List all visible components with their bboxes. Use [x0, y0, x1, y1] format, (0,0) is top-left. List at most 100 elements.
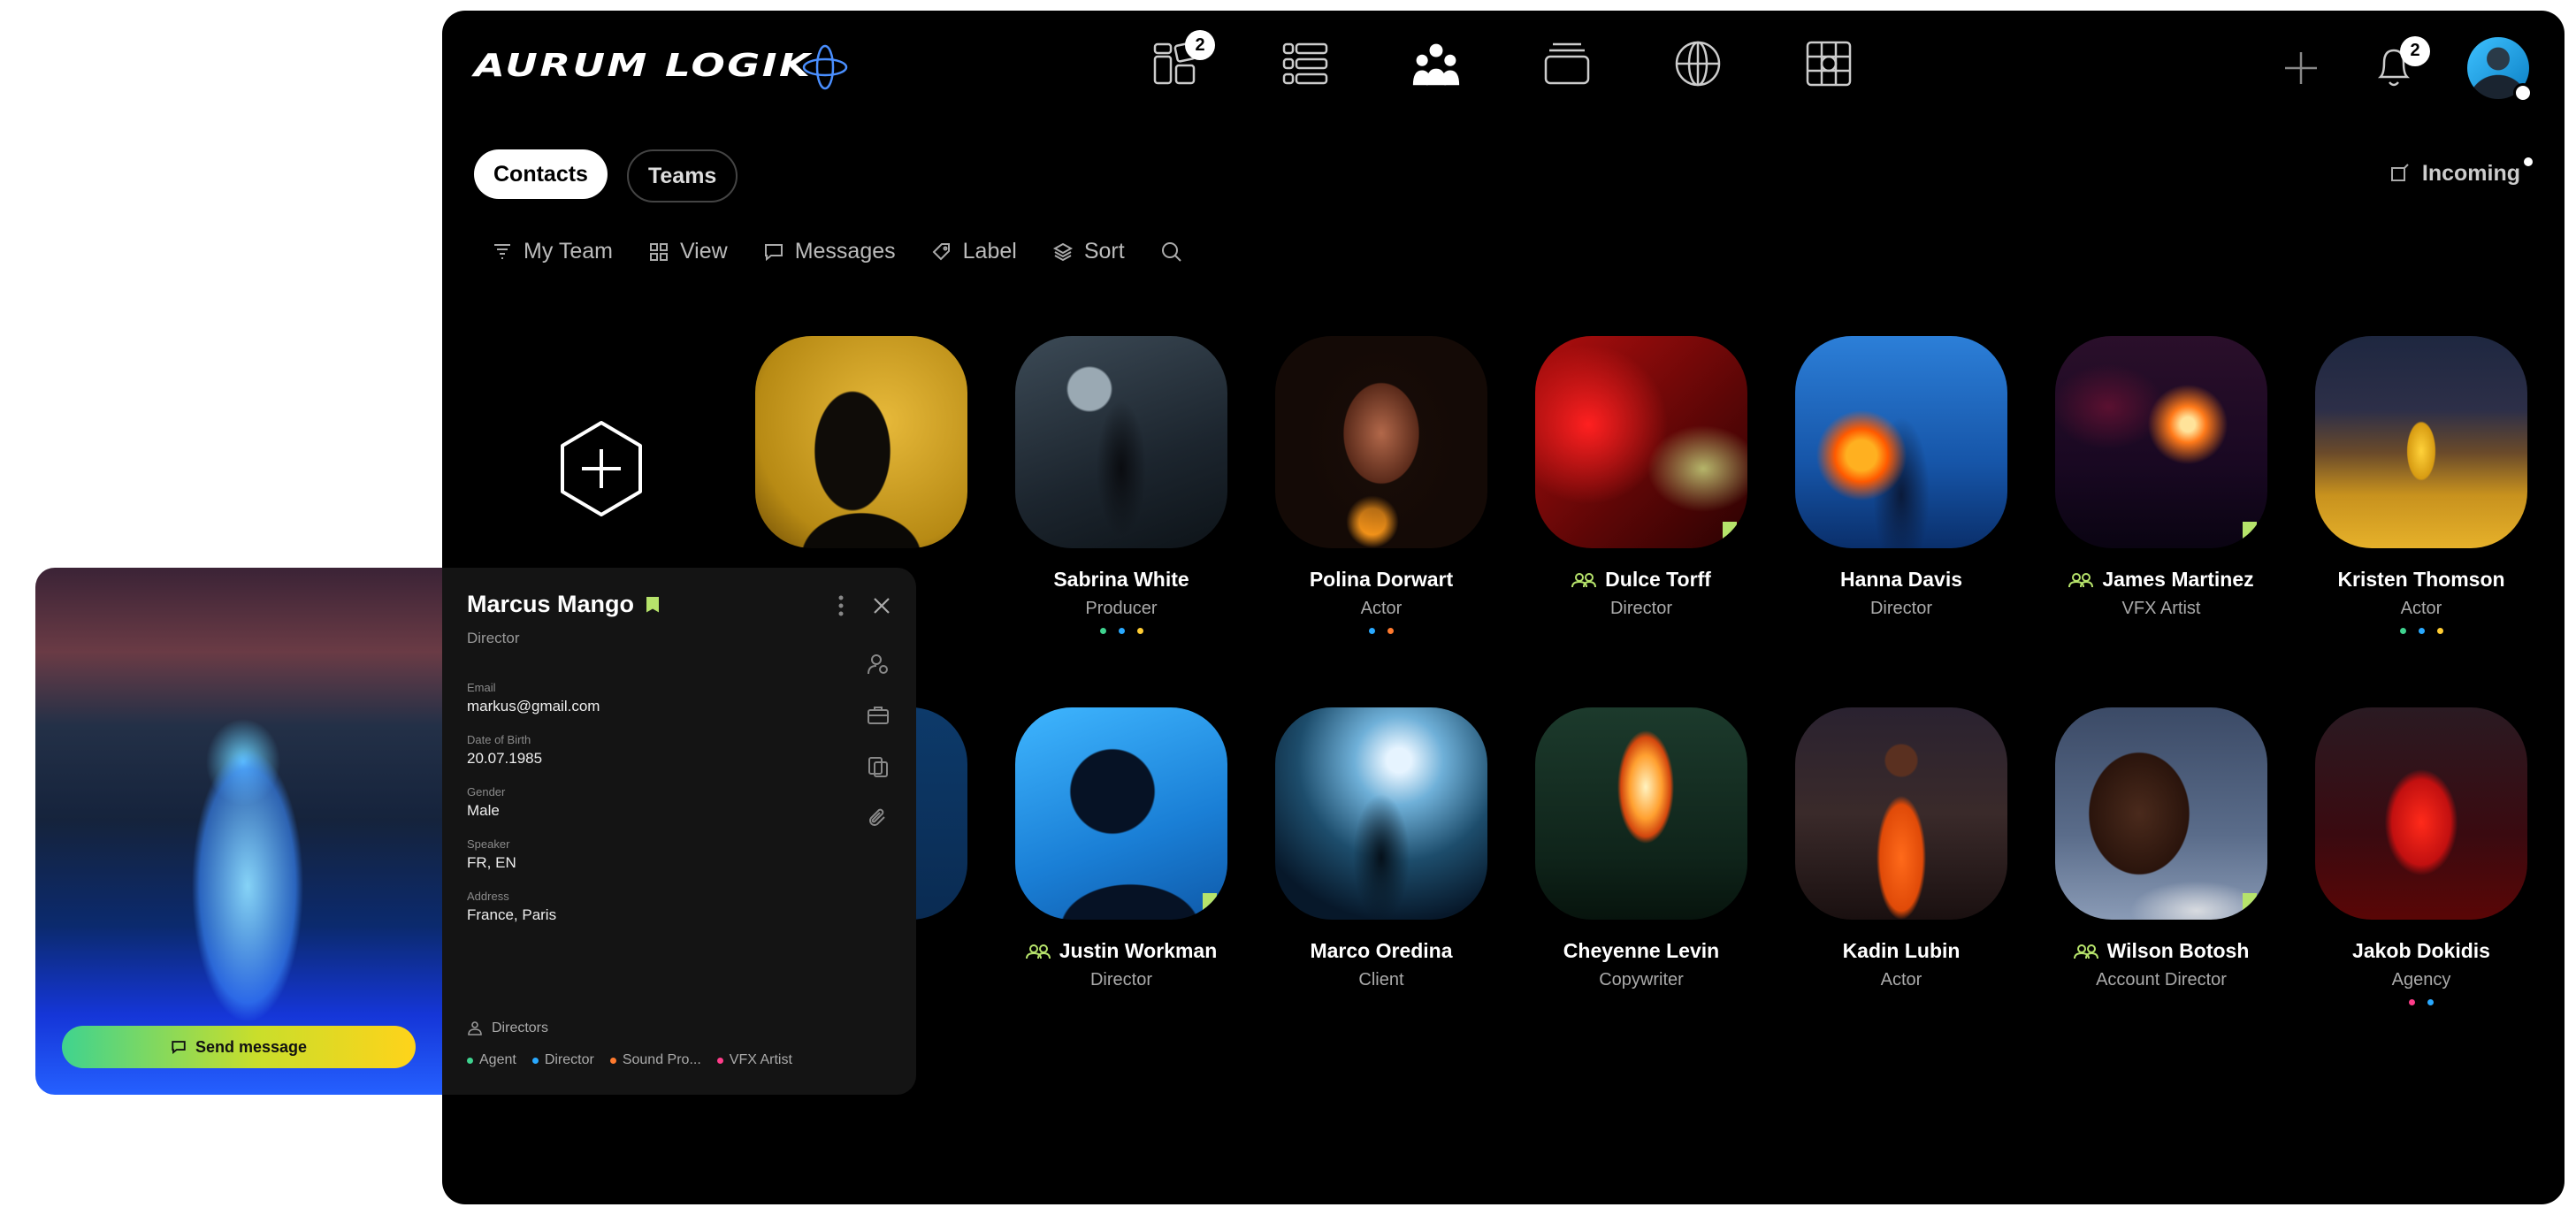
bookmark-icon	[2243, 893, 2257, 911]
contact-name: Polina Dorwart	[1309, 568, 1454, 591]
tool-my-team-label: My Team	[524, 239, 613, 264]
contact-card[interactable]: Hanna Davis Director	[1795, 336, 2007, 619]
contact-card[interactable]	[755, 336, 967, 548]
brand-logo[interactable]: AURUM LOGIK	[474, 48, 812, 84]
tab-contacts[interactable]: Contacts	[474, 149, 608, 199]
top-right-actions: 2	[2282, 35, 2533, 103]
tool-view[interactable]: View	[648, 239, 728, 264]
briefcase-icon[interactable]	[867, 704, 890, 727]
contact-card[interactable]: Marco Oredina Client	[1275, 707, 1487, 990]
tool-sort[interactable]: Sort	[1052, 239, 1125, 264]
apps-badge: 2	[1185, 30, 1215, 60]
contact-role: Actor	[1880, 970, 1922, 990]
nav-globe[interactable]	[1673, 37, 1723, 90]
contact-photo	[2055, 336, 2267, 548]
globe-icon	[1675, 41, 1721, 87]
plus-icon[interactable]	[2282, 49, 2320, 88]
contact-card[interactable]: Dulce Torff Director	[1535, 336, 1747, 619]
tool-my-team[interactable]: My Team	[492, 239, 613, 264]
contact-role: Producer	[1085, 599, 1158, 618]
email-value[interactable]: markus@gmail.com	[467, 698, 600, 715]
tool-sort-label: Sort	[1083, 239, 1125, 264]
contact-photo	[1535, 707, 1747, 920]
group-icon	[468, 1021, 482, 1035]
contact-card[interactable]: Kristen Thomson Actor	[2315, 336, 2527, 634]
contact-card[interactable]: Cheyenne Levin Copywriter	[1535, 707, 1747, 990]
contact-role: Account Director	[2096, 970, 2227, 990]
tag-label: VFX Artist	[729, 1052, 792, 1067]
contact-card[interactable]: Kadin Lubin Actor	[1795, 707, 2007, 990]
contact-name-text: Justin Workman	[1059, 939, 1218, 962]
paperclip-icon[interactable]	[867, 806, 890, 829]
contact-photo	[1795, 336, 2007, 548]
contact-card[interactable]: James Martinez VFX Artist	[2055, 336, 2267, 619]
contact-card[interactable]: Justin Workman Director	[1015, 707, 1227, 990]
detail-actions	[837, 594, 891, 617]
close-icon[interactable]	[872, 596, 891, 615]
dob-field: Date of Birth 20.07.1985	[467, 733, 600, 768]
speaker-label: Speaker	[467, 837, 510, 851]
user-avatar[interactable]	[2467, 37, 2533, 103]
group-name: Directors	[492, 1020, 549, 1035]
tool-messages-label: Messages	[794, 239, 896, 264]
contact-tags	[1015, 628, 1227, 634]
tag-item[interactable]: Agent	[467, 1052, 516, 1068]
tool-search[interactable]	[1160, 239, 1183, 264]
tag-item[interactable]: Director	[531, 1052, 594, 1068]
tag-item[interactable]: VFX Artist	[716, 1052, 792, 1068]
send-message-button[interactable]: Send message	[62, 1026, 416, 1068]
contact-card[interactable]: Polina Dorwart Actor	[1275, 336, 1487, 634]
tab-teams[interactable]: Teams	[626, 149, 738, 202]
contact-detail-panel: Marcus Mango Director Email markus@gmail…	[442, 568, 916, 1095]
contact-role: Copywriter	[1599, 970, 1684, 990]
nav-contacts[interactable]	[1411, 37, 1461, 90]
incoming-indicator	[2524, 157, 2533, 166]
tag-label: Agent	[479, 1052, 516, 1067]
tag-item[interactable]: Sound Pro...	[609, 1052, 701, 1068]
contact-name: Hanna Davis	[1839, 568, 1963, 591]
contact-name: Justin Workman	[1015, 939, 1227, 963]
nav-list[interactable]	[1280, 37, 1330, 90]
tool-view-label: View	[679, 239, 728, 264]
bookmark-icon	[1723, 522, 1737, 539]
nav-archive[interactable]	[1542, 37, 1592, 90]
add-contact-button[interactable]	[557, 419, 646, 518]
user-settings-icon[interactable]	[867, 653, 890, 676]
contact-name-text: James Martinez	[2102, 568, 2254, 591]
nav-gallery[interactable]	[1804, 37, 1854, 90]
nav-apps[interactable]: 2	[1150, 30, 1215, 90]
contact-photo	[1275, 336, 1487, 548]
tool-label-label: Label	[962, 239, 1017, 264]
email-label: Email	[467, 681, 496, 694]
contact-role: Actor	[1360, 599, 1403, 618]
email-field: Email markus@gmail.com	[467, 681, 600, 715]
contact-name: Jakob Dokidis	[2352, 939, 2490, 962]
tool-messages[interactable]: Messages	[763, 239, 896, 264]
notifications-button[interactable]: 2	[2373, 35, 2430, 94]
contact-role: Director	[1609, 599, 1672, 618]
more-vertical-icon[interactable]	[837, 594, 845, 617]
contact-name: James Martinez	[2055, 568, 2267, 592]
contact-card[interactable]: Sabrina White Producer	[1015, 336, 1227, 634]
detail-name-text: Marcus Mango	[467, 591, 635, 617]
speaker-value: FR, EN	[467, 854, 516, 871]
contact-card[interactable]: Jakob Dokidis Agency	[2315, 707, 2527, 1005]
bookmark-icon	[1203, 893, 1217, 911]
dob-label: Date of Birth	[467, 733, 531, 746]
detail-role: Director	[467, 630, 520, 646]
speaker-field: Speaker FR, EN	[467, 837, 600, 872]
incoming-button[interactable]: Incoming	[2389, 157, 2533, 187]
tool-label[interactable]: Label	[931, 239, 1017, 264]
documents-icon[interactable]	[867, 755, 890, 778]
dob-value: 20.07.1985	[467, 750, 543, 767]
chat-icon	[172, 1041, 186, 1054]
detail-tags: Agent Director Sound Pro... VFX Artist	[467, 1052, 792, 1068]
contact-photo	[2315, 707, 2527, 920]
contact-name: Kristen Thomson	[2337, 568, 2505, 591]
gender-value: Male	[467, 802, 500, 819]
contact-card[interactable]: Wilson Botosh Account Director	[2055, 707, 2267, 990]
send-message-label: Send message	[195, 1037, 308, 1056]
filter-toolbar: My Team View Messages Label Sort	[492, 239, 1183, 264]
detail-name: Marcus Mango	[467, 591, 660, 618]
detail-side-actions	[867, 653, 890, 829]
